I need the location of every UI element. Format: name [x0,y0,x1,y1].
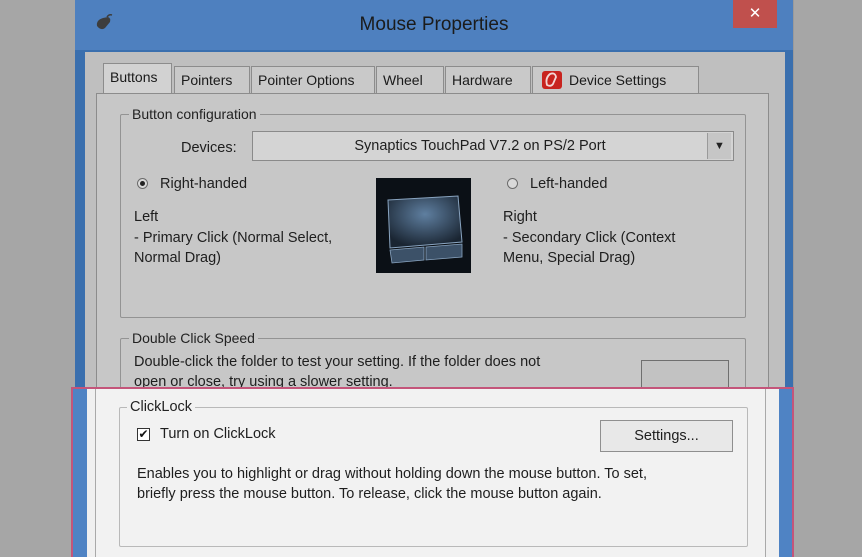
tab-pointer-options[interactable]: Pointer Options [251,66,375,94]
right-button-desc-1: - Secondary Click (Context [503,230,676,246]
double-click-desc-2: open or close, try using a slower settin… [134,374,393,387]
clicklock-legend: ClickLock [127,399,196,415]
left-button-desc-2: Normal Drag) [134,250,222,266]
test-folder-area[interactable] [641,360,729,390]
left-handed-radio[interactable] [507,178,518,189]
tab-hardware[interactable]: Hardware [445,66,531,94]
right-button-desc-2: Menu, Special Drag) [503,250,636,266]
tab-label: Device Settings [569,72,667,88]
right-handed-label[interactable]: Right-handed [160,176,247,192]
left-handed-label[interactable]: Left-handed [530,176,607,192]
touchpad-image [376,178,471,273]
clicklock-checkbox-label[interactable]: Turn on ClickLock [160,426,276,442]
tab-buttons[interactable]: Buttons [103,63,172,94]
clicklock-desc-2: briefly press the mouse button. To relea… [137,486,602,502]
clicklock-desc-1: Enables you to highlight or drag without… [137,466,647,482]
devices-select[interactable]: Synaptics TouchPad V7.2 on PS/2 Port [252,131,734,161]
tab-pointers[interactable]: Pointers [174,66,250,94]
tab-device-settings[interactable]: Device Settings [532,66,699,94]
tab-label: Hardware [452,72,513,88]
double-click-speed-legend: Double Click Speed [129,330,258,346]
button-configuration-legend: Button configuration [129,106,260,122]
tab-label: Wheel [383,72,423,88]
clicklock-checkbox[interactable]: ✔ [137,428,150,441]
window-edge-left [73,389,87,557]
tab-label: Pointer Options [258,72,355,88]
devices-select-value: Synaptics TouchPad V7.2 on PS/2 Port [354,138,606,154]
tab-label: Buttons [110,69,158,85]
double-click-desc-1: Double-click the folder to test your set… [134,354,541,370]
window-edge-right [779,389,792,557]
right-button-title: Right [503,209,537,225]
right-handed-radio[interactable] [137,178,148,189]
window-title: Mouse Properties [359,14,509,35]
synaptics-icon [541,70,563,90]
devices-label: Devices: [181,140,237,156]
tab-wheel[interactable]: Wheel [376,66,444,94]
chevron-down-icon[interactable]: ▼ [707,133,731,159]
left-button-title: Left [134,209,159,225]
left-button-desc-1: - Primary Click (Normal Select, [134,230,333,246]
close-button[interactable]: ✕ [733,0,777,28]
settings-button[interactable]: Settings... [600,420,733,452]
tab-label: Pointers [181,72,233,88]
